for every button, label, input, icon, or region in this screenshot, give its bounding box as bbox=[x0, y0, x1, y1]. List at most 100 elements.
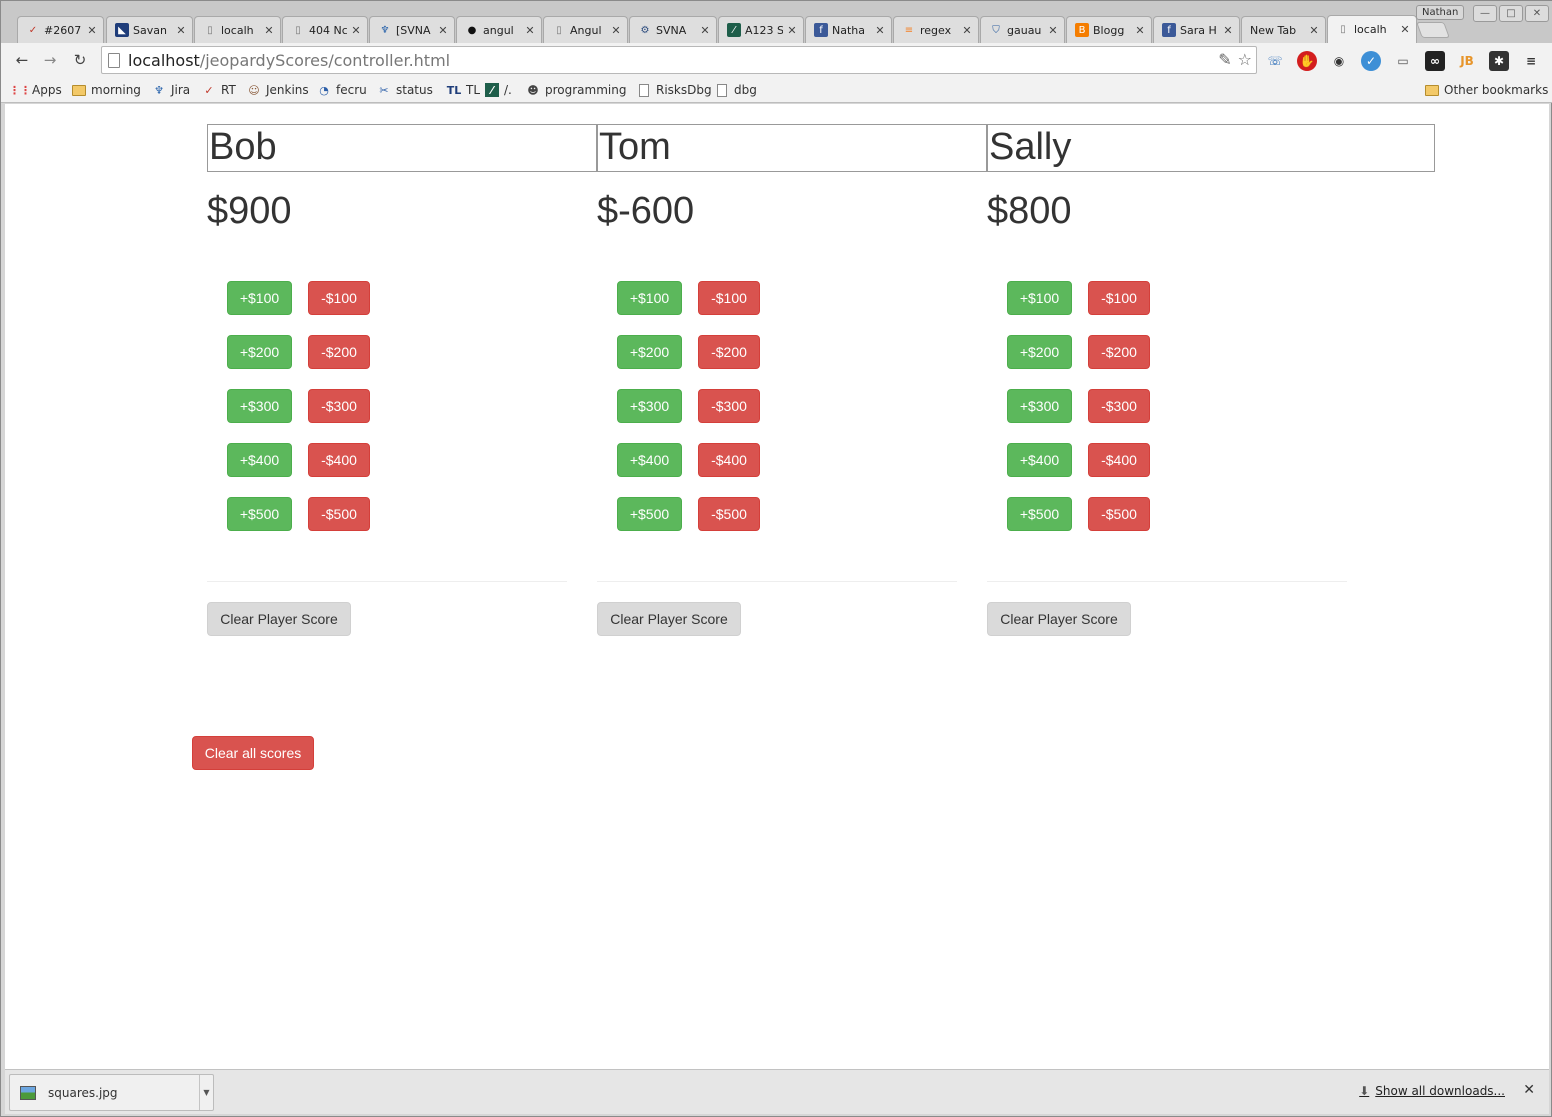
subtract-points-button[interactable]: -$400 bbox=[698, 443, 760, 477]
add-points-button[interactable]: +$300 bbox=[227, 389, 292, 423]
browser-tab[interactable]: ▯ Angul ✕ bbox=[543, 16, 628, 43]
browser-tab[interactable]: ⁄ A123 S ✕ bbox=[718, 16, 804, 43]
bookmark-item[interactable]: ♆ Jira bbox=[152, 81, 190, 99]
subtract-points-button[interactable]: -$200 bbox=[308, 335, 370, 369]
tab-close-icon[interactable]: ✕ bbox=[87, 24, 97, 37]
clear-player-score-button[interactable]: Clear Player Score bbox=[987, 602, 1131, 636]
add-points-button[interactable]: +$100 bbox=[227, 281, 292, 315]
clear-all-scores-button[interactable]: Clear all scores bbox=[192, 736, 314, 770]
add-points-button[interactable]: +$400 bbox=[1007, 443, 1072, 477]
tab-close-icon[interactable]: ✕ bbox=[438, 24, 448, 37]
browser-tab[interactable]: ≡ regex ✕ bbox=[893, 16, 979, 43]
tab-close-icon[interactable]: ✕ bbox=[1400, 23, 1410, 36]
add-points-button[interactable]: +$200 bbox=[1007, 335, 1072, 369]
address-bar[interactable]: localhost/jeopardyScores/controller.html… bbox=[101, 46, 1257, 74]
add-points-button[interactable]: +$200 bbox=[227, 335, 292, 369]
tab-close-icon[interactable]: ✕ bbox=[264, 24, 274, 37]
other-bookmarks[interactable]: Other bookmarks bbox=[1425, 81, 1548, 99]
tab-close-icon[interactable]: ✕ bbox=[525, 24, 535, 37]
phone-extension-icon[interactable]: ☏ bbox=[1265, 51, 1285, 71]
tab-close-icon[interactable]: ✕ bbox=[611, 24, 621, 37]
browser-tab[interactable]: ● angul ✕ bbox=[456, 16, 542, 43]
subtract-points-button[interactable]: -$400 bbox=[308, 443, 370, 477]
add-points-button[interactable]: +$500 bbox=[227, 497, 292, 531]
browser-tab[interactable]: ▯ localh ✕ bbox=[1327, 15, 1417, 43]
add-points-button[interactable]: +$300 bbox=[617, 389, 682, 423]
bookmark-item[interactable]: ☺ Jenkins bbox=[247, 81, 308, 99]
bookmark-item[interactable]: ◔ fecru bbox=[317, 81, 367, 99]
spectacles-extension-icon[interactable]: ∞ bbox=[1425, 51, 1445, 71]
subtract-points-button[interactable]: -$400 bbox=[1088, 443, 1150, 477]
puzzle-extension-icon[interactable]: ✱ bbox=[1489, 51, 1509, 71]
tab-close-icon[interactable]: ✕ bbox=[787, 24, 797, 37]
browser-tab[interactable]: ⛉ gauau ✕ bbox=[980, 16, 1065, 43]
browser-tab[interactable]: New Tab ✕ bbox=[1241, 16, 1326, 43]
subtract-points-button[interactable]: -$200 bbox=[1088, 335, 1150, 369]
minimize-button[interactable]: — bbox=[1473, 5, 1497, 22]
browser-tab[interactable]: ✓ #2607 ✕ bbox=[17, 16, 104, 43]
add-points-button[interactable]: +$200 bbox=[617, 335, 682, 369]
add-points-button[interactable]: +$300 bbox=[1007, 389, 1072, 423]
subtract-points-button[interactable]: -$300 bbox=[308, 389, 370, 423]
clear-player-score-button[interactable]: Clear Player Score bbox=[597, 602, 741, 636]
subtract-points-button[interactable]: -$500 bbox=[1088, 497, 1150, 531]
extension-page-action-icon[interactable]: ✎ bbox=[1218, 50, 1231, 69]
bookmark-item[interactable]: ⋮⋮ Apps bbox=[9, 81, 62, 99]
jetbrains-extension-icon[interactable]: JB bbox=[1457, 51, 1477, 71]
forward-button[interactable]: → bbox=[39, 49, 61, 71]
close-icon[interactable]: ✕ bbox=[1523, 1082, 1535, 1098]
maximize-button[interactable]: □ bbox=[1499, 5, 1523, 22]
browser-tab[interactable]: ▯ 404 Nc ✕ bbox=[282, 16, 368, 43]
clear-player-score-button[interactable]: Clear Player Score bbox=[207, 602, 351, 636]
add-points-button[interactable]: +$100 bbox=[617, 281, 682, 315]
incognito-extension-icon[interactable]: ◉ bbox=[1329, 51, 1349, 71]
tab-close-icon[interactable]: ✕ bbox=[700, 24, 710, 37]
add-points-button[interactable]: +$500 bbox=[1007, 497, 1072, 531]
tab-close-icon[interactable]: ✕ bbox=[351, 24, 361, 37]
chevron-down-icon[interactable]: ▼ bbox=[199, 1075, 213, 1110]
show-all-downloads-link[interactable]: ⬇ Show all downloads... bbox=[1359, 1084, 1505, 1098]
bookmark-item[interactable]: ⁄ /. bbox=[485, 81, 512, 99]
subtract-points-button[interactable]: -$100 bbox=[698, 281, 760, 315]
subtract-points-button[interactable]: -$300 bbox=[698, 389, 760, 423]
browser-tab[interactable]: ◣ Savan ✕ bbox=[106, 16, 193, 43]
browser-tab[interactable]: B Blogg ✕ bbox=[1066, 16, 1152, 43]
back-button[interactable]: ← bbox=[11, 49, 33, 71]
browser-tab[interactable]: ⚙ SVNA ✕ bbox=[629, 16, 717, 43]
bookmark-star-icon[interactable]: ☆ bbox=[1238, 50, 1252, 69]
add-points-button[interactable]: +$100 bbox=[1007, 281, 1072, 315]
bookmark-item[interactable]: ✂ status bbox=[377, 81, 432, 99]
adblock-extension-icon[interactable]: ✋ bbox=[1297, 51, 1317, 71]
add-points-button[interactable]: +$400 bbox=[617, 443, 682, 477]
bookmark-item[interactable]: dbg bbox=[715, 81, 757, 99]
tab-close-icon[interactable]: ✕ bbox=[176, 24, 186, 37]
subtract-points-button[interactable]: -$200 bbox=[698, 335, 760, 369]
subtract-points-button[interactable]: -$100 bbox=[308, 281, 370, 315]
subtract-points-button[interactable]: -$100 bbox=[1088, 281, 1150, 315]
tab-close-icon[interactable]: ✕ bbox=[1223, 24, 1233, 37]
reload-button[interactable]: ↻ bbox=[69, 49, 91, 71]
bookmark-item[interactable]: ☻ programming bbox=[526, 81, 626, 99]
add-points-button[interactable]: +$400 bbox=[227, 443, 292, 477]
bookmark-item[interactable]: morning bbox=[72, 81, 141, 99]
browser-tab[interactable]: f Sara H ✕ bbox=[1153, 16, 1240, 43]
subtract-points-button[interactable]: -$500 bbox=[308, 497, 370, 531]
new-tab-button[interactable] bbox=[1416, 22, 1450, 38]
tab-close-icon[interactable]: ✕ bbox=[962, 24, 972, 37]
tab-close-icon[interactable]: ✕ bbox=[1135, 24, 1145, 37]
bookmark-item[interactable]: RisksDbg bbox=[637, 81, 712, 99]
window-close-button[interactable]: ✕ bbox=[1525, 5, 1549, 22]
tab-close-icon[interactable]: ✕ bbox=[875, 24, 885, 37]
profile-button[interactable]: Nathan bbox=[1416, 5, 1465, 20]
browser-tab[interactable]: ▯ localh ✕ bbox=[194, 16, 281, 43]
browser-tab[interactable]: f Natha ✕ bbox=[805, 16, 892, 43]
add-points-button[interactable]: +$500 bbox=[617, 497, 682, 531]
bookmark-item[interactable]: TL TL bbox=[447, 81, 480, 99]
tab-close-icon[interactable]: ✕ bbox=[1309, 24, 1319, 37]
menu-icon[interactable]: ≡ bbox=[1521, 51, 1541, 71]
browser-tab[interactable]: ♆ [SVNA ✕ bbox=[369, 16, 455, 43]
subtract-points-button[interactable]: -$300 bbox=[1088, 389, 1150, 423]
bookmark-item[interactable]: ✓ RT bbox=[202, 81, 235, 99]
tab-close-icon[interactable]: ✕ bbox=[1048, 24, 1058, 37]
cast-icon[interactable]: ▭ bbox=[1393, 51, 1413, 71]
